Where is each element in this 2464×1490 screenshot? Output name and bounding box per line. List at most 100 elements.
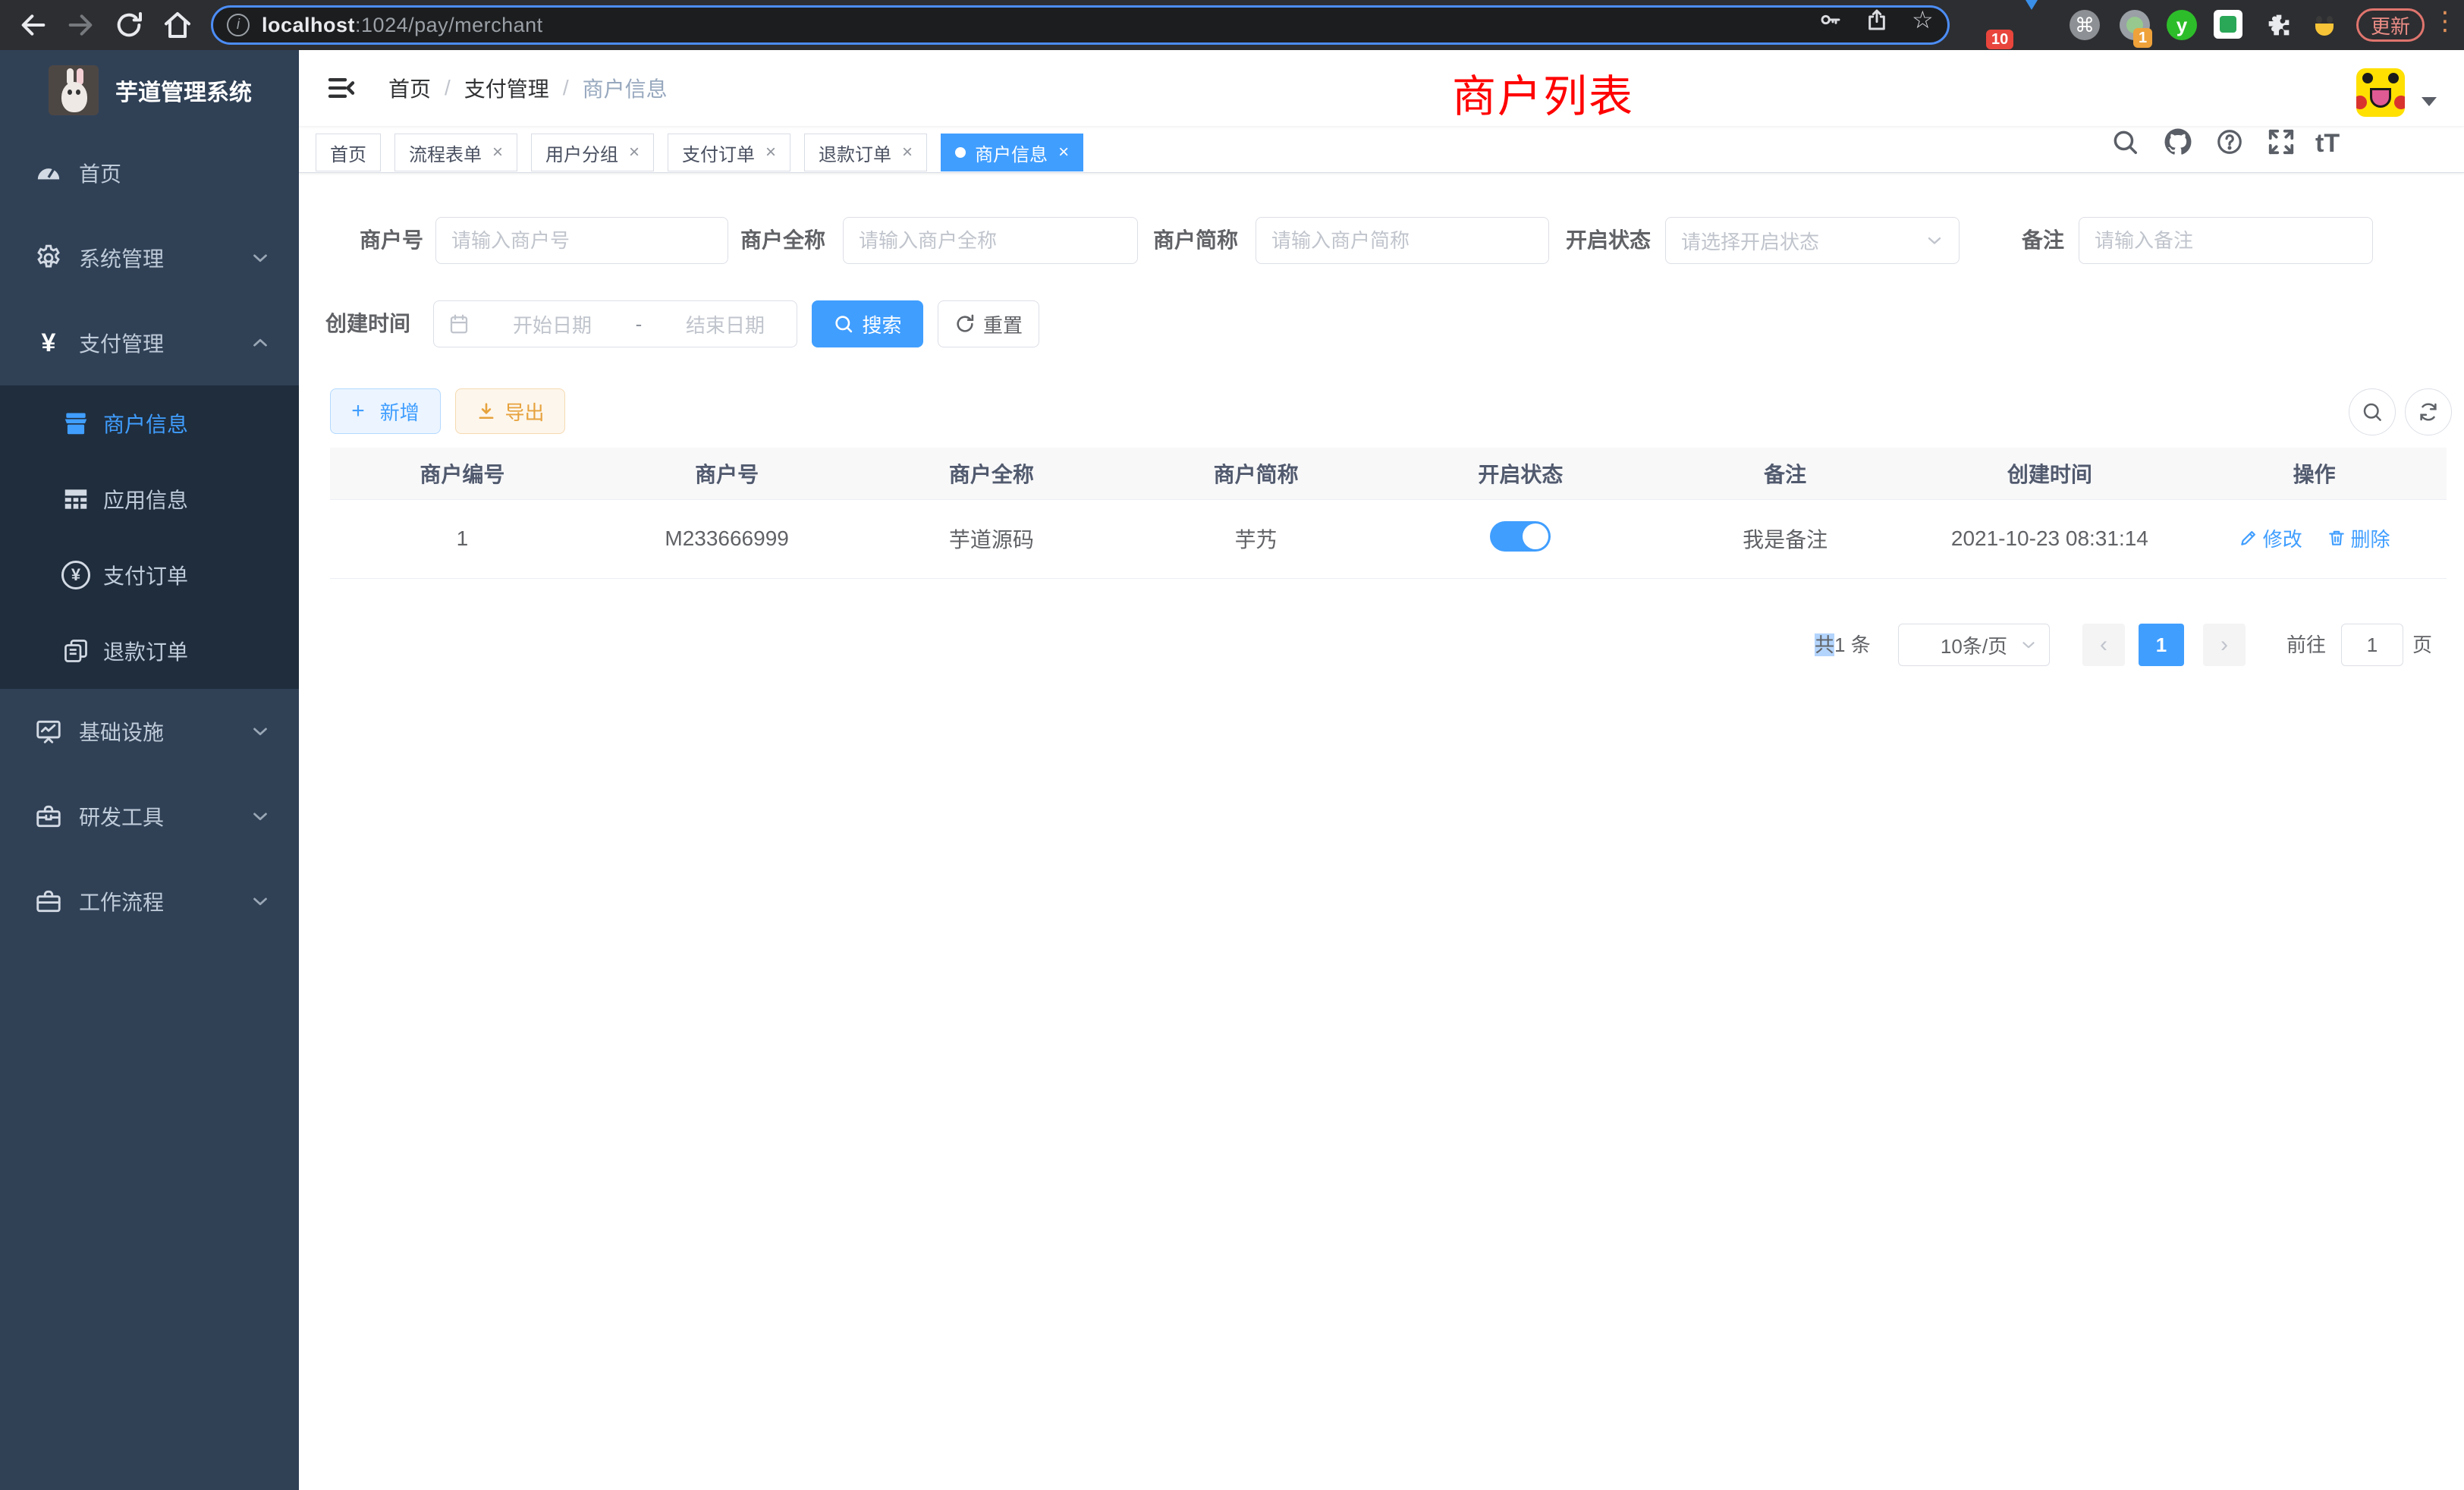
tab-close-icon[interactable]: × [629, 142, 640, 163]
status-select[interactable]: 请选择开启状态 [1665, 217, 1960, 264]
tab-label: 退款订单 [819, 140, 891, 166]
refresh-icon [954, 313, 976, 335]
address-bar[interactable]: i localhost:1024/pay/merchant [211, 5, 1950, 45]
chevron-down-icon [249, 890, 272, 913]
next-page-button[interactable]: › [2203, 624, 2246, 666]
tab-label: 支付订单 [682, 140, 755, 166]
password-key-icon[interactable] [1818, 8, 1842, 32]
share-icon[interactable] [1865, 8, 1889, 32]
extension-command-icon[interactable]: ⌘ [2070, 10, 2100, 40]
extension-kite-icon[interactable] [2019, 10, 2050, 40]
tab-pay-order[interactable]: 支付订单 × [668, 134, 790, 171]
extension-diamond-icon[interactable]: 10 [1974, 10, 2004, 40]
user-avatar[interactable] [2356, 68, 2405, 117]
sidebar-item-system[interactable]: 系统管理 [0, 215, 299, 300]
toggle-search-button[interactable] [2349, 388, 2396, 435]
date-separator: - [624, 313, 654, 336]
short-name-input[interactable] [1256, 217, 1549, 264]
tab-label: 首页 [330, 140, 366, 166]
tab-close-icon[interactable]: × [902, 142, 913, 163]
tab-label: 商户信息 [975, 140, 1048, 166]
delete-link[interactable]: 删除 [2327, 524, 2390, 552]
goto-page-input[interactable] [2341, 624, 2403, 666]
cell-short-name: 芋艿 [1124, 499, 1388, 578]
chrome-update-button[interactable]: 更新 [2356, 8, 2425, 42]
fullscreen-icon[interactable] [2267, 127, 2297, 158]
sidebar-item-refund-order[interactable]: 退款订单 [0, 613, 299, 689]
extension-yudao-icon[interactable]: y [2167, 10, 2197, 40]
date-range-picker[interactable]: 开始日期 - 结束日期 [433, 300, 797, 347]
site-info-icon[interactable]: i [227, 14, 250, 36]
page-size-select[interactable]: 10条/页 [1898, 624, 2050, 666]
tab-close-icon[interactable]: × [492, 142, 503, 163]
url-text: localhost:1024/pay/merchant [262, 14, 543, 37]
github-icon[interactable] [2162, 126, 2192, 156]
chrome-menu-icon[interactable]: ⋮ [2432, 6, 2458, 36]
documents-icon [59, 637, 93, 665]
logo-rabbit-image [49, 65, 99, 115]
sidebar-item-home[interactable]: 首页 [0, 130, 299, 215]
avatar-caret-icon[interactable] [2422, 97, 2437, 114]
prev-page-button[interactable]: ‹ [2082, 624, 2125, 666]
date-end-placeholder[interactable]: 结束日期 [654, 310, 797, 338]
edit-pen-icon [2239, 528, 2258, 548]
sidebar-item-label: 基础设施 [79, 716, 164, 747]
search-button[interactable]: 搜索 [812, 300, 923, 347]
tab-close-icon[interactable]: × [1058, 142, 1069, 163]
add-button[interactable]: + 新增 [330, 388, 441, 434]
sidebar-item-pay-order[interactable]: ¥ 支付订单 [0, 537, 299, 613]
breadcrumb-payment[interactable]: 支付管理 [464, 73, 549, 103]
reset-button[interactable]: 重置 [938, 300, 1039, 347]
browser-back-button[interactable] [18, 10, 49, 40]
header-search-icon[interactable] [2110, 127, 2141, 158]
date-start-placeholder[interactable]: 开始日期 [481, 310, 624, 338]
tab-user-group[interactable]: 用户分组× [531, 134, 654, 171]
breadcrumb-home[interactable]: 首页 [388, 73, 431, 103]
sidebar-item-label: 支付管理 [79, 328, 164, 358]
full-name-input[interactable] [843, 217, 1138, 264]
trash-icon [2327, 528, 2346, 548]
page-number-button[interactable]: 1 [2139, 624, 2184, 666]
column-header: 商户简称 [1124, 448, 1388, 499]
tab-close-icon[interactable]: × [765, 142, 776, 163]
app-logo[interactable]: 芋道管理系统 [0, 50, 299, 130]
browser-home-button[interactable] [162, 10, 193, 40]
bookmark-star-icon[interactable]: ☆ [1912, 8, 1936, 32]
merchant-no-input[interactable] [435, 217, 728, 264]
status-toggle[interactable] [1490, 521, 1551, 552]
sidebar-item-app-info[interactable]: 应用信息 [0, 461, 299, 537]
create-time-label: 创建时间 [311, 300, 410, 347]
tab-merchant-info[interactable]: 商户信息 × [941, 134, 1083, 171]
merchant-table: 商户编号 商户号 商户全称 商户简称 开启状态 备注 创建时间 操作 1 M23… [330, 448, 2447, 579]
sidebar-item-payment[interactable]: ¥ 支付管理 [0, 300, 299, 385]
cell-status [1388, 499, 1653, 578]
calendar-icon [448, 313, 470, 335]
sidebar-item-dev-tools[interactable]: 研发工具 [0, 774, 299, 859]
chevron-down-icon [1924, 230, 1945, 251]
font-size-icon[interactable]: tT [2315, 129, 2346, 159]
cell-id: 1 [330, 499, 595, 578]
browser-reload-button[interactable] [114, 10, 144, 40]
tab-refund-order[interactable]: 退款订单 × [804, 134, 927, 171]
page-size-value: 10条/页 [1941, 631, 2007, 659]
edit-link[interactable]: 修改 [2239, 524, 2302, 552]
sidebar-item-workflow[interactable]: 工作流程 [0, 859, 299, 944]
sidebar-item-merchant-info[interactable]: 商户信息 [0, 385, 299, 461]
column-header: 创建时间 [1918, 448, 2183, 499]
browser-forward-button[interactable] [65, 10, 96, 40]
refresh-table-button[interactable] [2405, 388, 2452, 435]
sidebar-item-infrastructure[interactable]: 基础设施 [0, 689, 299, 774]
tab-home[interactable]: 首页 [316, 134, 381, 171]
export-button[interactable]: 导出 [455, 388, 565, 434]
extension-recorder-icon[interactable]: 1 [2120, 10, 2150, 40]
help-icon[interactable] [2215, 127, 2246, 158]
sidebar-fold-icon[interactable] [326, 73, 357, 103]
profile-avatar-icon[interactable] [2309, 10, 2340, 40]
search-button-label: 搜索 [862, 310, 901, 338]
extension-hangouts-icon[interactable] [2214, 10, 2244, 40]
extensions-puzzle-icon[interactable] [2264, 10, 2294, 40]
extension-badge: 1 [2133, 28, 2152, 48]
remark-input[interactable] [2079, 217, 2373, 264]
chevron-down-icon [2019, 635, 2038, 655]
tab-process-form[interactable]: 流程表单× [394, 134, 517, 171]
